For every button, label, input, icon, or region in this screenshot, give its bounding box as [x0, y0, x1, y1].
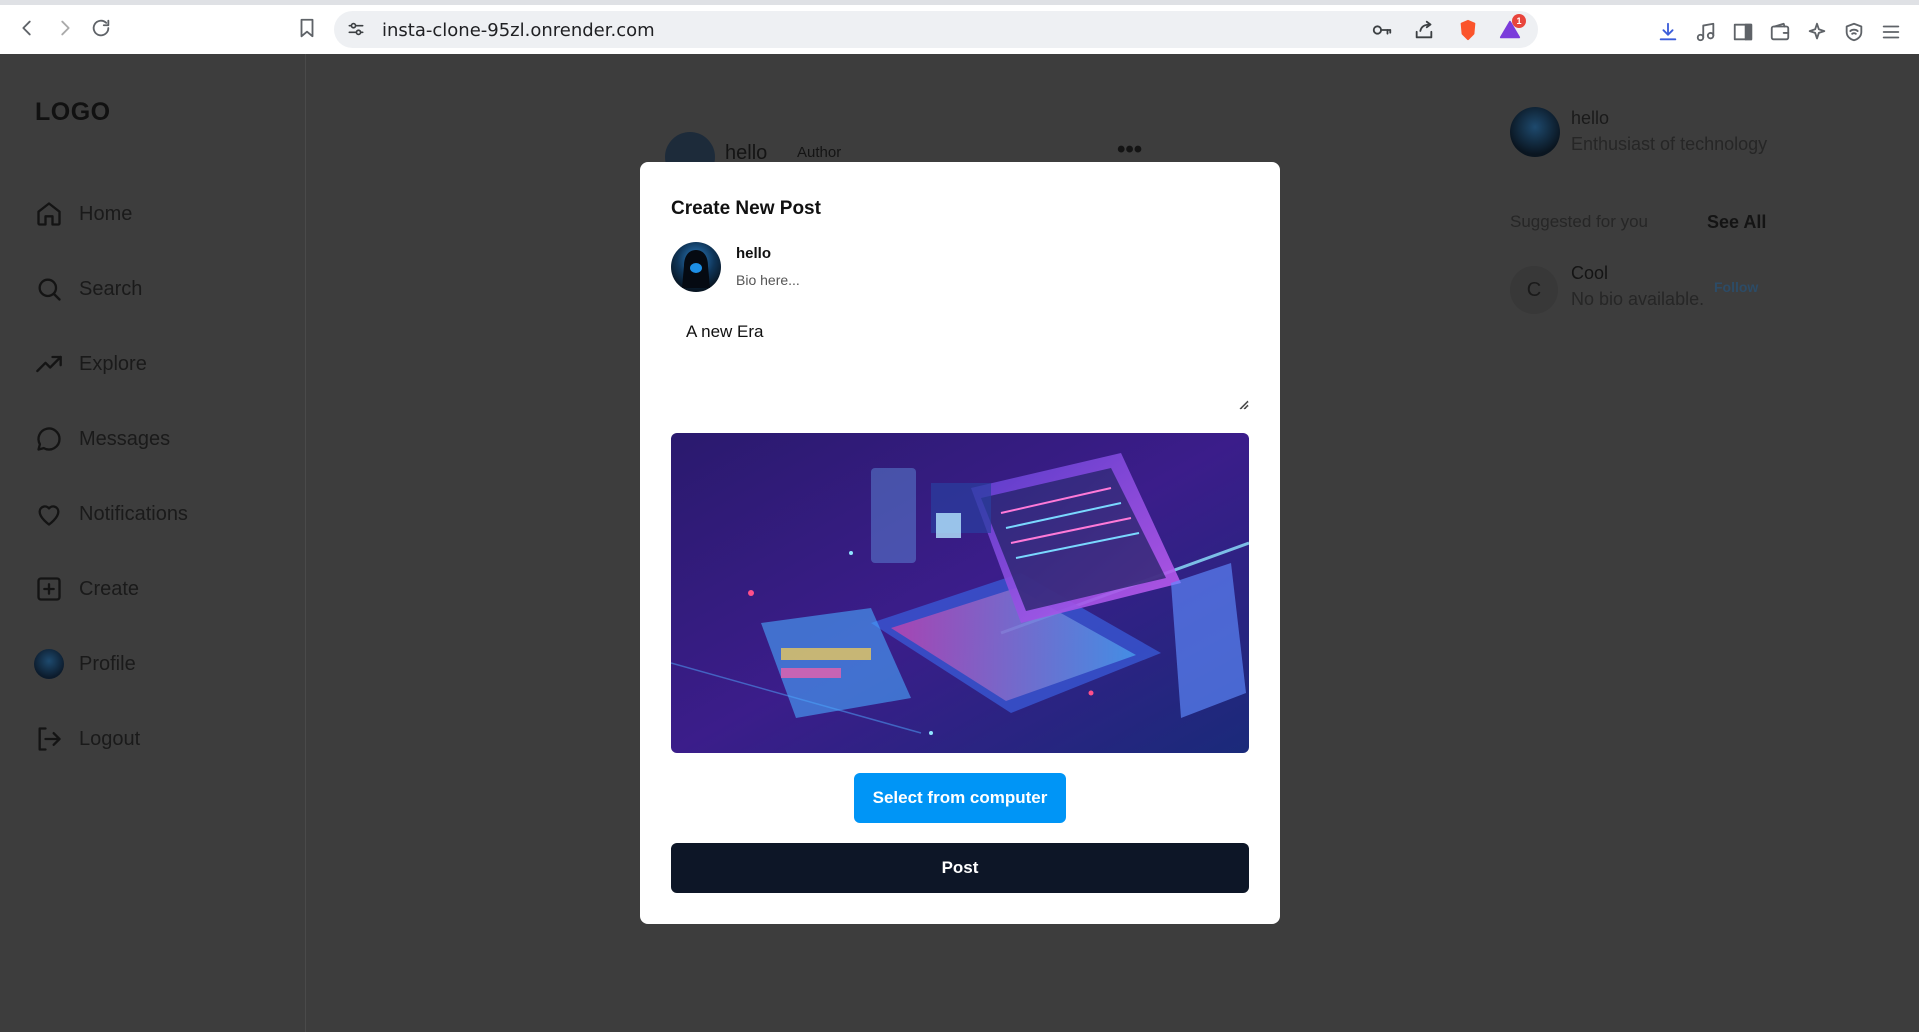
- plus-square-icon: [34, 574, 64, 604]
- back-arrow-icon: [22, 20, 31, 36]
- more-options-icon[interactable]: •••: [1117, 136, 1142, 164]
- caption-input[interactable]: [671, 310, 1249, 410]
- ai-sparkle-icon[interactable]: [1804, 19, 1830, 45]
- share-icon[interactable]: [1412, 18, 1436, 42]
- current-username[interactable]: hello: [1571, 108, 1609, 129]
- post-author-label: Author: [797, 144, 842, 161]
- sidebar-item-messages[interactable]: Messages: [34, 421, 170, 457]
- suggested-user-bio: No bio available.: [1571, 289, 1705, 309]
- menu-icon[interactable]: [1878, 19, 1904, 45]
- avatar: [34, 649, 64, 679]
- avatar-initial: C: [1526, 278, 1542, 301]
- search-icon: [34, 274, 64, 304]
- wallet-icon[interactable]: [1767, 19, 1793, 45]
- forward-arrow-icon: [61, 20, 70, 36]
- forward-button[interactable]: [52, 15, 78, 41]
- select-from-computer-button[interactable]: Select from computer: [854, 773, 1066, 823]
- key-icon[interactable]: [1370, 18, 1394, 42]
- avatar[interactable]: [1510, 107, 1560, 157]
- message-icon: [34, 424, 64, 454]
- brave-shield-icon[interactable]: [1456, 18, 1480, 42]
- modal-username: hello: [736, 245, 772, 262]
- sidebar-item-notifications[interactable]: Notifications: [34, 496, 188, 532]
- sidebar-item-label: Logout: [79, 727, 141, 750]
- rewards-icon[interactable]: 1: [1498, 14, 1526, 42]
- suggested-username[interactable]: Cool: [1571, 263, 1608, 284]
- bookmark-button[interactable]: [294, 15, 320, 41]
- reload-icon: [92, 19, 110, 37]
- logo: LOGO: [35, 98, 111, 126]
- music-icon[interactable]: [1693, 19, 1719, 45]
- home-icon: [34, 199, 64, 229]
- modal-title: Create New Post: [671, 198, 821, 219]
- sidebar-item-explore[interactable]: Explore: [34, 346, 147, 382]
- bookmark-icon: [300, 18, 314, 38]
- resize-handle-icon[interactable]: [1237, 398, 1249, 410]
- sidebar-item-search[interactable]: Search: [34, 271, 142, 307]
- sidebar-item-profile[interactable]: Profile: [34, 646, 136, 682]
- heart-icon: [34, 499, 64, 529]
- sidebar: LOGO Home Search Explore Messages Notifi…: [0, 54, 306, 1032]
- follow-button[interactable]: Follow: [1714, 279, 1758, 295]
- site-settings-icon[interactable]: [346, 19, 368, 41]
- sidebar-item-label: Create: [79, 577, 140, 600]
- sidebar-item-logout[interactable]: Logout: [34, 721, 140, 757]
- sidebar-toggle-icon[interactable]: [1730, 19, 1756, 45]
- sidebar-item-label: Notifications: [79, 502, 188, 525]
- logout-icon: [34, 724, 64, 754]
- avatar: [671, 242, 721, 292]
- url-text[interactable]: insta-clone-95zl.onrender.com: [382, 20, 655, 41]
- browser-toolbar: insta-clone-95zl.onrender.com 1: [0, 0, 1919, 54]
- vpn-shield-icon[interactable]: [1841, 19, 1867, 45]
- back-button[interactable]: [14, 15, 40, 41]
- see-all-link[interactable]: See All: [1707, 212, 1766, 233]
- download-icon[interactable]: [1655, 19, 1681, 45]
- trending-icon: [34, 349, 64, 379]
- sidebar-item-label: Profile: [79, 652, 136, 675]
- create-post-modal: Create New Post hello Bio here... A new …: [640, 162, 1280, 924]
- sidebar-item-label: Search: [79, 277, 143, 300]
- address-bar[interactable]: insta-clone-95zl.onrender.com 1: [334, 11, 1538, 48]
- sidebar-item-label: Home: [79, 202, 133, 225]
- sidebar-item-label: Messages: [79, 427, 171, 450]
- reload-button[interactable]: [88, 15, 114, 41]
- post-image-preview: [671, 433, 1249, 753]
- modal-user-bio: Bio here...: [736, 272, 800, 288]
- avatar[interactable]: C: [1510, 266, 1558, 314]
- feed-post-header: hello Author •••: [665, 132, 1145, 182]
- notification-badge: 1: [1512, 14, 1526, 28]
- post-button[interactable]: Post: [671, 843, 1249, 893]
- sidebar-item-create[interactable]: Create: [34, 571, 139, 607]
- sidebar-item-home[interactable]: Home: [34, 196, 132, 232]
- current-user-bio: Enthusiast of technology: [1571, 134, 1768, 154]
- sidebar-item-label: Explore: [79, 352, 147, 375]
- suggested-heading: Suggested for you: [1510, 212, 1648, 231]
